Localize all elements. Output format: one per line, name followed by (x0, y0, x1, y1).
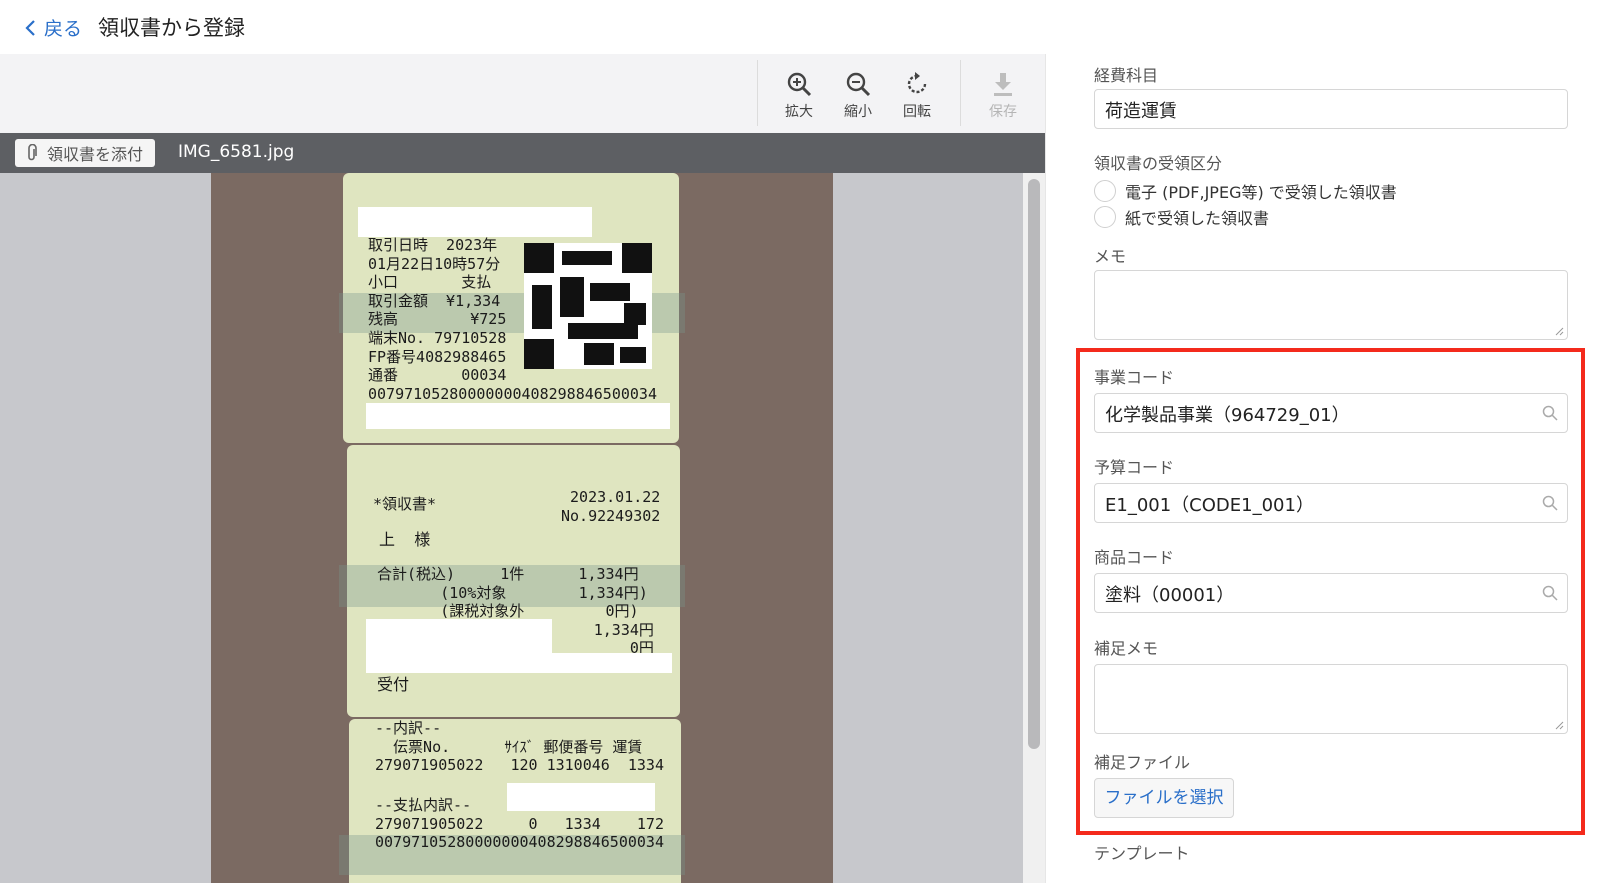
redaction-box (358, 207, 592, 237)
choose-file-button[interactable]: ファイルを選択 (1094, 778, 1234, 818)
budget-code-input[interactable]: E1_001（CODE1_001） (1094, 483, 1568, 523)
receipt-uketsuke: 受付 (377, 675, 410, 694)
expense-category-value: 荷造運賃 (1105, 101, 1177, 122)
back-link[interactable]: 戻る (24, 14, 82, 41)
redaction-box (366, 653, 672, 673)
top-bar: 戻る 領収書から登録 (0, 0, 1600, 54)
receipt-type-label: 領収書の受領区分 (1094, 154, 1223, 173)
zoom-in-label: 拡大 (785, 104, 813, 120)
search-icon[interactable] (1542, 585, 1558, 601)
radio-circle[interactable] (1094, 206, 1116, 228)
toolbar-divider (960, 60, 961, 126)
toolbar-divider (757, 60, 758, 126)
receipt-type-electronic-label: 電子 (PDF,JPEG等) で受領した領収書 (1125, 183, 1397, 202)
rotate-label: 回転 (903, 104, 931, 120)
zoom-out-label: 縮小 (844, 104, 872, 120)
zoom-out-button[interactable]: 縮小 (833, 70, 883, 124)
product-code-value: 塗料（00001） (1105, 585, 1235, 606)
receipt-breakdown: --内訳-- 伝票No. ｻｲｽﾞ 郵便番号 運賃 279071905022 1… (375, 719, 664, 775)
attach-receipt-button[interactable]: 領収書を添付 (15, 139, 156, 167)
redaction-box (366, 619, 552, 653)
resize-handle-icon[interactable] (1554, 720, 1564, 730)
rotate-button[interactable]: 回転 (892, 70, 942, 124)
extra-file-label: 補足ファイル (1094, 753, 1191, 772)
budget-code-value: E1_001（CODE1_001） (1105, 495, 1314, 516)
search-icon[interactable] (1542, 405, 1558, 421)
business-code-value: 化学製品事業（964729_01） (1105, 405, 1350, 426)
receipt-payment-breakdown: --支払内訳-- 279071905022 0 1334 172 0079710… (375, 796, 664, 852)
search-icon[interactable] (1542, 495, 1558, 511)
zoom-out-icon (846, 72, 871, 97)
zoom-in-icon (787, 72, 812, 97)
product-code-input[interactable]: 塗料（00001） (1094, 573, 1568, 613)
radio-circle[interactable] (1094, 180, 1116, 202)
chevron-left-icon (25, 19, 35, 36)
receipt-viewer: 拡大 縮小 回転 保存 領収書を添付 IMG_6581.jpg 取引日時 202… (0, 54, 1045, 883)
resize-handle-icon[interactable] (1554, 326, 1564, 336)
extra-memo-label: 補足メモ (1094, 639, 1159, 658)
template-label: テンプレート (1094, 844, 1190, 863)
receipt-title: *領収書* (373, 495, 437, 513)
budget-code-label: 予算コード (1094, 458, 1175, 477)
file-bar: 領収書を添付 IMG_6581.jpg (0, 133, 1045, 173)
receipt-type-paper-label: 紙で受領した領収書 (1125, 209, 1270, 228)
paperclip-icon (28, 144, 37, 161)
zoom-in-button[interactable]: 拡大 (774, 70, 824, 124)
memo-textarea[interactable] (1094, 270, 1568, 340)
receipt-date-number: 2023.01.22 No.92249302 (561, 488, 661, 525)
receipt-type-paper-radio[interactable]: 紙で受領した領収書 (1094, 205, 1269, 229)
qr-code (524, 243, 652, 369)
attach-receipt-label: 領収書を添付 (47, 145, 144, 164)
memo-label: メモ (1094, 247, 1127, 266)
viewer-scrollbar[interactable] (1023, 173, 1045, 883)
file-name: IMG_6581.jpg (178, 142, 295, 162)
viewer-scrollbar-thumb[interactable] (1028, 179, 1040, 749)
redaction-box (366, 403, 670, 429)
extra-memo-textarea[interactable] (1094, 664, 1568, 734)
receipt-type-electronic-radio[interactable]: 電子 (PDF,JPEG等) で受領した領収書 (1094, 179, 1397, 203)
save-label: 保存 (989, 104, 1017, 120)
business-code-input[interactable]: 化学製品事業（964729_01） (1094, 393, 1568, 433)
expense-category-input[interactable]: 荷造運賃 (1094, 89, 1568, 129)
expense-category-label: 経費科目 (1094, 66, 1159, 85)
image-canvas: 取引日時 2023年 01月22日10時57分 小口 支払 取引金額 ¥1,33… (0, 173, 1023, 883)
receipt-addressee: 上 様 (379, 530, 431, 549)
rotate-icon (907, 72, 927, 94)
product-code-label: 商品コード (1094, 548, 1175, 567)
back-label: 戻る (44, 18, 83, 40)
page-title: 領収書から登録 (98, 16, 245, 40)
save-button[interactable]: 保存 (978, 70, 1028, 124)
viewer-toolbar: 拡大 縮小 回転 保存 (0, 54, 1045, 132)
business-code-label: 事業コード (1094, 368, 1175, 387)
receipt-form: 経費科目 荷造運賃 領収書の受領区分 電子 (PDF,JPEG等) で受領した領… (1045, 54, 1600, 883)
download-icon (994, 73, 1012, 96)
receipt-photo: 取引日時 2023年 01月22日10時57分 小口 支払 取引金額 ¥1,33… (211, 173, 833, 883)
